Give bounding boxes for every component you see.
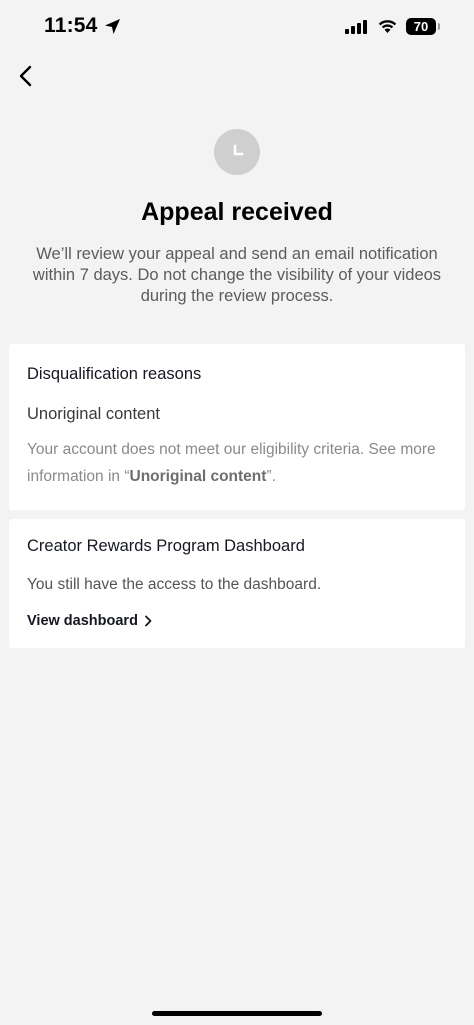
- page-title: Appeal received: [141, 198, 333, 226]
- dashboard-title: Creator Rewards Program Dashboard: [27, 537, 305, 555]
- view-dashboard-label: View dashboard: [27, 613, 138, 629]
- cellular-signal-icon: [345, 19, 367, 34]
- clock-icon: [233, 144, 244, 156]
- status-indicators: 70: [345, 18, 440, 35]
- wifi-icon: [378, 20, 397, 33]
- reason-description: Your account does not meet our eligibili…: [27, 436, 437, 490]
- status-time: 11:54: [44, 14, 98, 37]
- chevron-left-icon: [19, 65, 32, 87]
- back-button[interactable]: [12, 62, 40, 90]
- battery-level: 70: [413, 19, 429, 34]
- chevron-right-icon: [145, 615, 152, 627]
- appeal-description: We’ll review your appeal and send an ema…: [32, 245, 442, 305]
- status-bar: 11:54 70: [0, 0, 474, 56]
- view-dashboard-link[interactable]: View dashboard: [27, 613, 152, 629]
- home-indicator[interactable]: [152, 1011, 322, 1016]
- status-time-group: 11:54: [44, 14, 121, 38]
- dashboard-card: Creator Rewards Program Dashboard You st…: [9, 519, 465, 648]
- disqualification-card: Disqualification reasons Unoriginal cont…: [9, 344, 465, 510]
- unoriginal-content-link[interactable]: Unoriginal content: [130, 468, 267, 485]
- reason-name: Unoriginal content: [27, 405, 160, 423]
- clock-badge: [214, 129, 260, 175]
- location-arrow-icon: [104, 18, 120, 34]
- dashboard-description: You still have the access to the dashboa…: [27, 576, 322, 593]
- battery-indicator: 70: [406, 18, 440, 35]
- reason-desc-suffix: ”.: [266, 468, 276, 485]
- disqualification-title: Disqualification reasons: [27, 365, 202, 383]
